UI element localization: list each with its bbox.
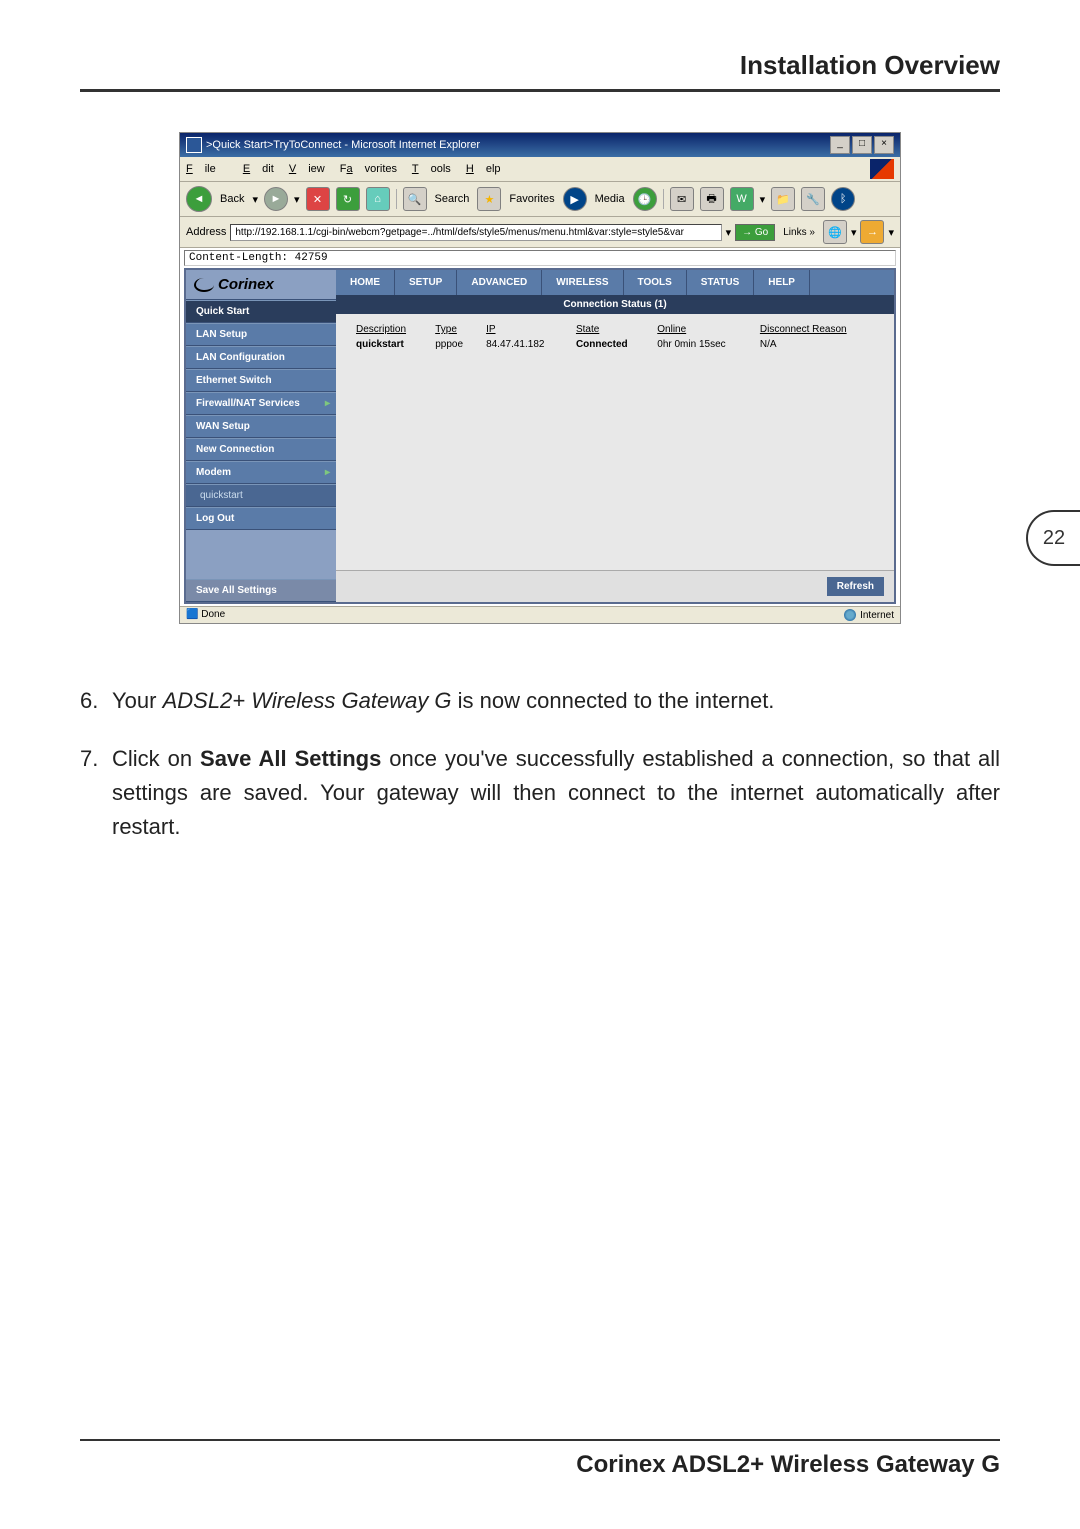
close-button[interactable]: ×	[874, 136, 894, 154]
menu-bar: File Edit View Favorites Tools Help	[180, 157, 900, 182]
menu-help[interactable]: Help	[466, 163, 501, 175]
router-page: Corinex Quick Start LAN Setup LAN Config…	[184, 268, 896, 604]
brand-logo: Corinex	[186, 270, 336, 300]
header-rule	[80, 89, 1000, 92]
home-button[interactable]: ⌂	[366, 187, 390, 211]
sidebar-lan-setup[interactable]: LAN Setup	[186, 323, 336, 346]
status-bar: 🟦 Done Internet	[180, 606, 900, 623]
refresh-page-button[interactable]: Refresh	[827, 577, 884, 596]
router-tabs: HOME SETUP ADVANCED WIRELESS TOOLS STATU…	[336, 270, 894, 295]
print-button[interactable]: 🖶	[700, 187, 724, 211]
go-button[interactable]: → Go	[735, 224, 775, 241]
stop-button[interactable]: ✕	[306, 187, 330, 211]
tab-help[interactable]: HELP	[754, 270, 810, 295]
sidebar-quickstart-link[interactable]: quickstart	[186, 484, 336, 507]
window-title: >Quick Start>TryToConnect - Microsoft In…	[206, 139, 480, 151]
body-text: 6. Your ADSL2+ Wireless Gateway G is now…	[80, 684, 1000, 844]
mail-button[interactable]: ✉	[670, 187, 694, 211]
tab-home[interactable]: HOME	[336, 270, 395, 295]
sidebar-quick-start[interactable]: Quick Start	[186, 300, 336, 323]
connection-status-header: Connection Status (1)	[336, 295, 894, 314]
maximize-button[interactable]: □	[852, 136, 872, 154]
swoosh-icon	[194, 278, 214, 292]
menu-edit[interactable]: Edit	[243, 163, 274, 175]
address-input[interactable]: http://192.168.1.1/cgi-bin/webcm?getpage…	[230, 224, 721, 241]
footer-text: Corinex ADSL2+ Wireless Gateway G	[80, 1451, 1000, 1479]
sidebar-wan-setup[interactable]: WAN Setup	[186, 415, 336, 438]
favorites-icon[interactable]: ★	[477, 187, 501, 211]
save-all-settings-button[interactable]: Save All Settings	[186, 579, 336, 602]
tab-tools[interactable]: TOOLS	[624, 270, 687, 295]
extra-icon-1[interactable]: 🌐	[823, 220, 847, 244]
sidebar-modem[interactable]: Modem▸	[186, 461, 336, 484]
col-description: Description	[350, 322, 429, 337]
tab-setup[interactable]: SETUP	[395, 270, 457, 295]
forward-button[interactable]: ►	[264, 187, 288, 211]
arrow-icon: ▸	[325, 467, 330, 478]
sidebar-log-out[interactable]: Log Out	[186, 507, 336, 530]
ie-icon	[186, 137, 202, 153]
window-titlebar: >Quick Start>TryToConnect - Microsoft In…	[180, 133, 900, 157]
bluetooth-icon[interactable]: ᛒ	[831, 187, 855, 211]
col-type: Type	[429, 322, 480, 337]
page-number: 22	[1026, 510, 1080, 566]
col-ip: IP	[480, 322, 570, 337]
page-header: Installation Overview	[80, 50, 1000, 81]
col-disconnect: Disconnect Reason	[754, 322, 880, 337]
edit-button[interactable]: W	[730, 187, 754, 211]
col-state: State	[570, 322, 651, 337]
history-button[interactable]: 🕒	[633, 187, 657, 211]
menu-view[interactable]: View	[289, 163, 325, 175]
folder-button[interactable]: 📁	[771, 187, 795, 211]
internet-zone-icon	[844, 609, 856, 621]
arrow-icon: ▸	[325, 398, 330, 409]
content-length: Content-Length: 42759	[184, 250, 896, 266]
tab-status[interactable]: STATUS	[687, 270, 755, 295]
connection-table: Description Type IP State Online Disconn…	[350, 322, 880, 352]
toolbar: ◄ Back ▾ ► ▾ ✕ ↻ ⌂ 🔍 Search ★ Favorites …	[180, 182, 900, 217]
media-icon[interactable]: ▶	[563, 187, 587, 211]
back-label[interactable]: Back	[220, 193, 244, 205]
tab-wireless[interactable]: WIRELESS	[542, 270, 623, 295]
table-row: quickstart pppoe 84.47.41.182 Connected …	[350, 337, 880, 352]
media-label[interactable]: Media	[595, 193, 625, 205]
back-button[interactable]: ◄	[186, 186, 212, 212]
links-button[interactable]: Links »	[779, 225, 819, 240]
menu-file[interactable]: File	[186, 163, 228, 175]
tab-advanced[interactable]: ADVANCED	[457, 270, 542, 295]
sidebar-new-connection[interactable]: New Connection	[186, 438, 336, 461]
sidebar-firewall[interactable]: Firewall/NAT Services▸	[186, 392, 336, 415]
col-online: Online	[651, 322, 754, 337]
screenshot-frame: >Quick Start>TryToConnect - Microsoft In…	[179, 132, 901, 624]
sidebar-lan-config[interactable]: LAN Configuration	[186, 346, 336, 369]
address-label: Address	[186, 226, 226, 238]
search-label[interactable]: Search	[435, 193, 470, 205]
footer-rule	[80, 1439, 1000, 1441]
refresh-button[interactable]: ↻	[336, 187, 360, 211]
menu-tools[interactable]: Tools	[412, 163, 451, 175]
status-done: 🟦 Done	[186, 609, 225, 621]
tool-button[interactable]: 🔧	[801, 187, 825, 211]
extra-icon-2[interactable]: →	[860, 220, 884, 244]
sidebar-ethernet-switch[interactable]: Ethernet Switch	[186, 369, 336, 392]
address-bar: Address http://192.168.1.1/cgi-bin/webcm…	[180, 217, 900, 248]
windows-flag-icon	[870, 159, 894, 179]
favorites-label[interactable]: Favorites	[509, 193, 554, 205]
menu-favorites[interactable]: Favorites	[340, 163, 397, 175]
status-zone: Internet	[860, 610, 894, 621]
minimize-button[interactable]: _	[830, 136, 850, 154]
search-icon[interactable]: 🔍	[403, 187, 427, 211]
